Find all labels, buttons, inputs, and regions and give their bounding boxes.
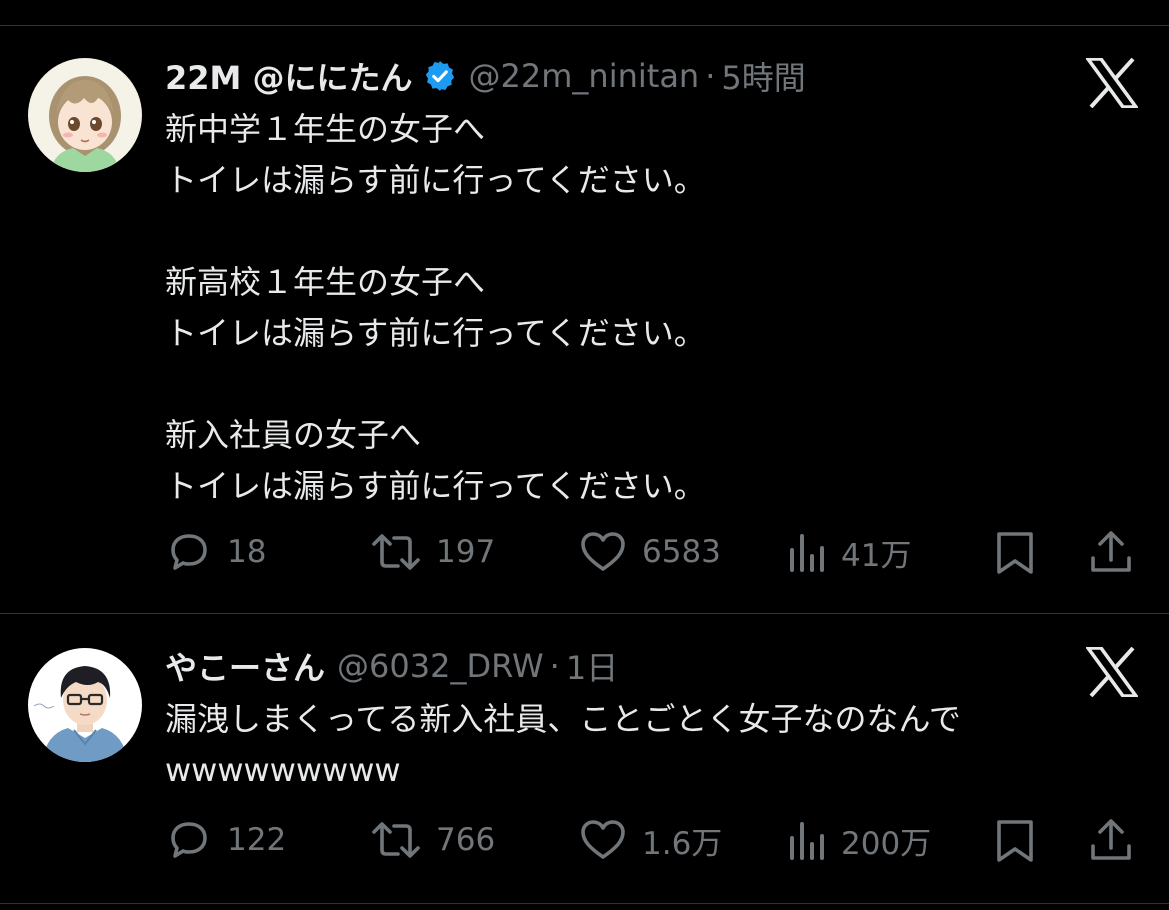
bookmark-icon — [993, 528, 1037, 576]
views-icon — [787, 816, 827, 864]
heart-icon — [578, 528, 628, 576]
like-count: 6583 — [642, 534, 721, 570]
views-button[interactable]: 41万 — [787, 526, 911, 578]
separator-dot: · — [549, 647, 560, 685]
verified-badge-icon — [423, 59, 457, 93]
tweet-text: 漏洩しまくってる新入社員、ことごとく女子なのなんで wwwwwwwww — [165, 700, 961, 789]
share-icon — [1087, 528, 1135, 576]
timestamp[interactable]: 5時間 — [721, 53, 805, 99]
retweet-count: 766 — [436, 822, 496, 858]
tweet-header: やこーさん @6032_DRW · 1日 — [165, 644, 618, 688]
retweet-button[interactable]: 766 — [370, 814, 495, 866]
views-button[interactable]: 200万 — [787, 814, 931, 866]
bookmark-button[interactable] — [993, 526, 1037, 578]
retweet-icon — [370, 528, 422, 576]
reply-icon — [165, 816, 213, 864]
like-button[interactable]: 1.6万 — [578, 814, 722, 866]
avatar-6032-drw[interactable] — [28, 648, 142, 762]
bottom-divider — [0, 903, 1169, 904]
share-icon — [1087, 816, 1135, 864]
share-button[interactable] — [1087, 526, 1135, 578]
reply-button[interactable]: 122 — [165, 814, 286, 866]
reply-count: 122 — [227, 822, 287, 858]
views-count: 41万 — [841, 537, 912, 574]
like-button[interactable]: 6583 — [578, 526, 721, 578]
reply-button[interactable]: 18 — [165, 526, 266, 578]
tweet-2[interactable]: やこーさん @6032_DRW · 1日 漏洩しまくってる新入社員、ことごとく女… — [0, 614, 1169, 904]
bookmark-icon — [993, 816, 1037, 864]
reply-icon — [165, 528, 213, 576]
retweet-icon — [370, 816, 422, 864]
handle[interactable]: @22m_ninitan — [469, 57, 700, 95]
tweet-1[interactable]: 22M @ににたん @22m_ninitan · 5時間 新中学１年生の女子へ … — [0, 0, 1169, 614]
bookmark-button[interactable] — [993, 814, 1037, 866]
views-icon — [787, 528, 827, 576]
retweet-count: 197 — [436, 534, 496, 570]
reply-count: 18 — [227, 534, 267, 570]
separator-dot: · — [705, 57, 716, 95]
like-count: 1.6万 — [642, 825, 723, 862]
heart-icon — [578, 816, 628, 864]
tweet-actions: 122 766 1.6万 200万 — [165, 814, 1140, 866]
x-logo-icon — [1084, 57, 1140, 109]
avatar-22m-ninitan[interactable] — [28, 58, 142, 172]
display-name[interactable]: 22M @ににたん — [165, 53, 413, 99]
timestamp[interactable]: 1日 — [566, 643, 618, 689]
retweet-button[interactable]: 197 — [370, 526, 495, 578]
tweet-header: 22M @ににたん @22m_ninitan · 5時間 — [165, 54, 806, 98]
tweet-text: 新中学１年生の女子へ トイレは漏らす前に行ってください。 新高校１年生の女子へ … — [165, 110, 706, 505]
tweet-actions: 18 197 6583 41万 — [165, 526, 1140, 578]
display-name[interactable]: やこーさん — [165, 643, 325, 689]
x-logo-icon — [1084, 646, 1140, 698]
views-count: 200万 — [841, 825, 932, 862]
share-button[interactable] — [1087, 814, 1135, 866]
handle[interactable]: @6032_DRW — [337, 647, 544, 685]
